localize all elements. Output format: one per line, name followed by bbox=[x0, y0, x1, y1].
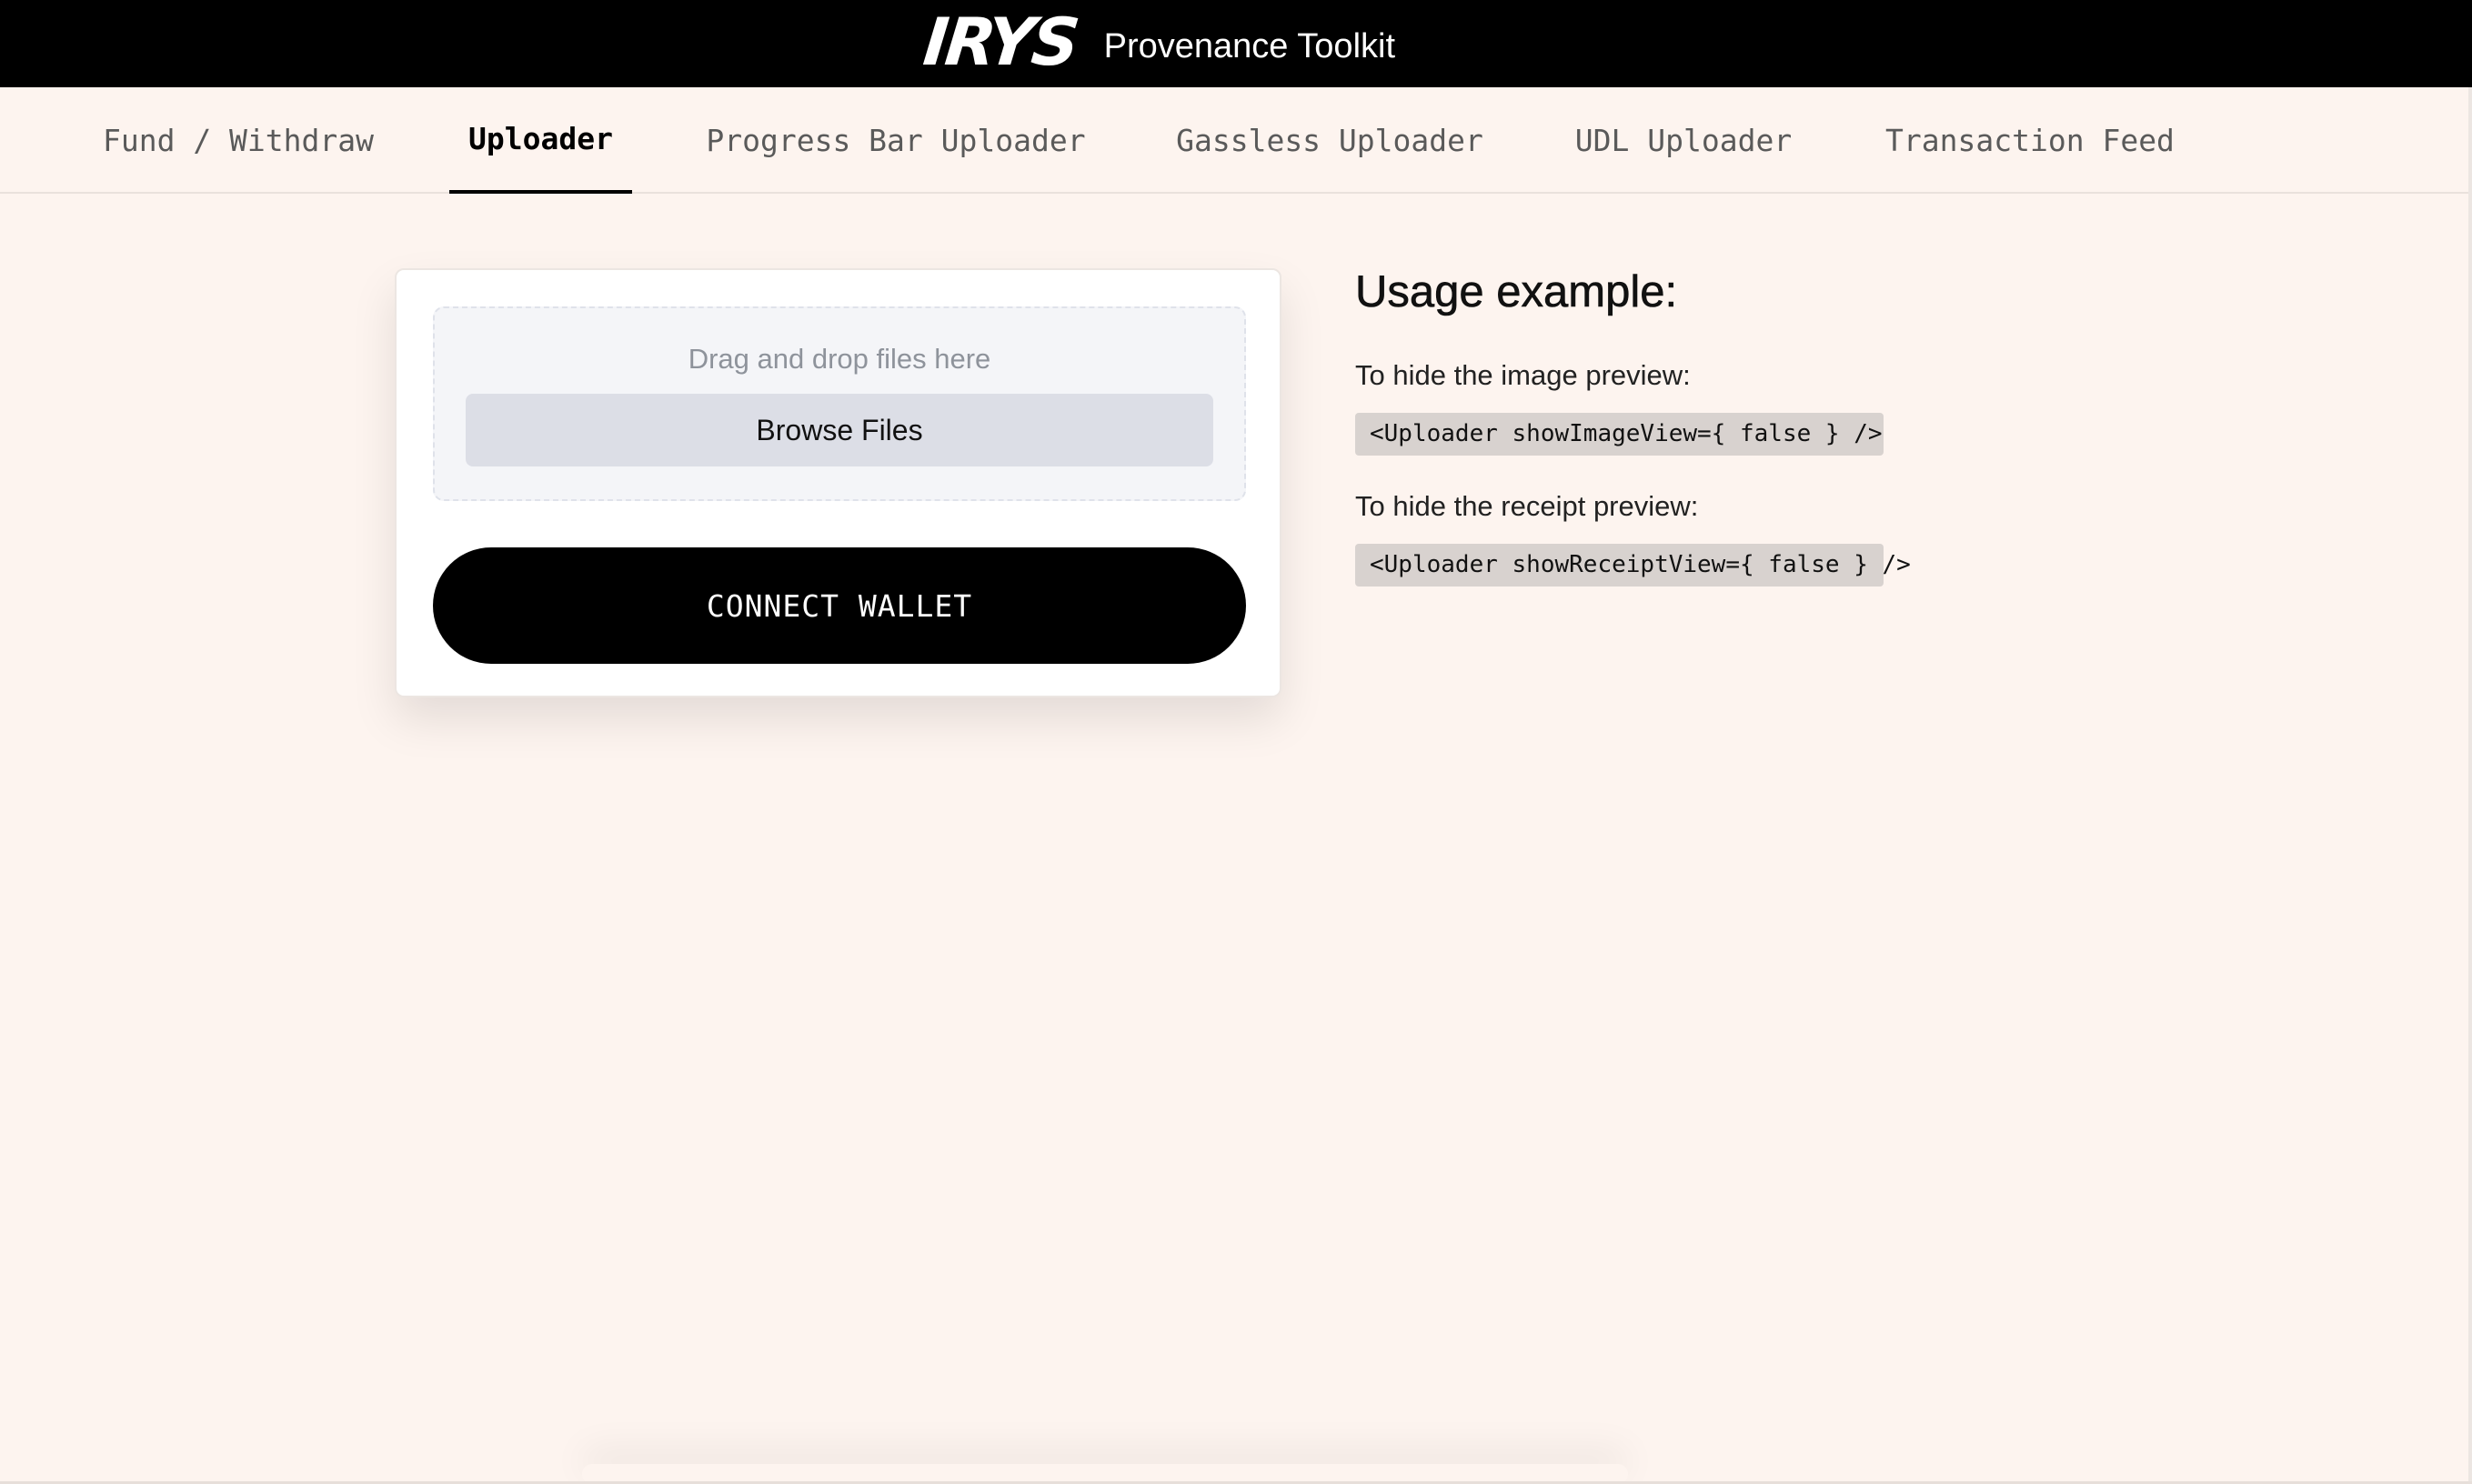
usage-description: To hide the image preview: bbox=[1355, 359, 1691, 391]
tab-fund-withdraw[interactable]: Fund / Withdraw bbox=[95, 87, 382, 194]
usage-description: To hide the receipt preview: bbox=[1355, 490, 1699, 522]
right-edge-divider bbox=[2468, 87, 2472, 1484]
tab-gassless-uploader[interactable]: Gassless Uploader bbox=[1166, 87, 1493, 194]
code-snippet: <Uploader showReceiptView={ false } /> bbox=[1355, 544, 1911, 587]
tab-transaction-feed[interactable]: Transaction Feed bbox=[1881, 87, 2179, 194]
app-title: Provenance Toolkit bbox=[1103, 27, 1396, 65]
irys-logo: IRYS bbox=[919, 4, 1081, 80]
brand[interactable]: IRYS Provenance Toolkit bbox=[920, 4, 1396, 80]
usage-panel: Usage example: To hide the image preview… bbox=[1355, 266, 1992, 587]
usage-title: Usage example: bbox=[1355, 267, 1678, 317]
dropzone-text: Drag and drop files here bbox=[688, 343, 991, 375]
connect-wallet-button[interactable]: CONNECT WALLET bbox=[433, 547, 1246, 664]
file-dropzone[interactable]: Drag and drop files here Browse Files bbox=[433, 306, 1246, 501]
tab-udl-uploader[interactable]: UDL Uploader bbox=[1572, 87, 1795, 194]
nav-tabs: Fund / Withdraw Uploader Progress Bar Up… bbox=[0, 87, 2472, 194]
browse-files-button[interactable]: Browse Files bbox=[466, 394, 1213, 466]
top-header: IRYS Provenance Toolkit bbox=[0, 0, 2472, 87]
tab-progress-bar-uploader[interactable]: Progress Bar Uploader bbox=[700, 87, 1091, 194]
tab-uploader[interactable]: Uploader bbox=[449, 87, 632, 194]
code-snippet: <Uploader showImageView={ false } /> bbox=[1355, 413, 1884, 456]
uploader-card: Drag and drop files here Browse Files CO… bbox=[395, 268, 1281, 697]
